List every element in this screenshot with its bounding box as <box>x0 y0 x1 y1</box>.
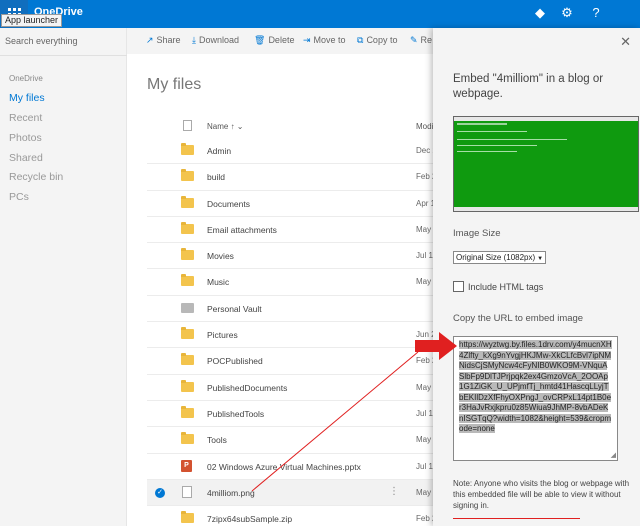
checkmark-icon[interactable]: ✓ <box>155 487 165 498</box>
move-to-button[interactable]: ⇥ Move to <box>303 35 346 46</box>
include-html-label: Include HTML tags <box>468 282 544 292</box>
folder-icon <box>181 169 194 182</box>
app-launcher-tooltip: App launcher <box>1 14 63 27</box>
copy-to-button[interactable]: ⧉ Copy to <box>357 35 397 46</box>
trash-icon: 🗑 <box>254 35 266 45</box>
file-list: Admin Dec 2 build Feb 2 Documents Apr 1 Ema… <box>147 138 437 526</box>
download-icon: ⤓ <box>192 35 196 45</box>
file-row-movies[interactable]: Movies Jul 15 <box>147 243 437 270</box>
column-header-row: Name ↑ ⌄ Modi <box>147 118 433 138</box>
vault-icon <box>181 302 194 313</box>
chevron-down-icon: ▼ <box>537 256 544 262</box>
move-icon: ⇥ <box>303 35 311 45</box>
annotation-underline <box>453 518 580 519</box>
image-size-label: Image Size <box>453 228 501 239</box>
nav-section-heading: OneDrive <box>9 74 43 83</box>
folder-icon <box>181 327 194 340</box>
file-row-admin[interactable]: Admin Dec 2 <box>147 138 437 165</box>
image-preview <box>453 116 639 212</box>
folder-icon <box>181 353 194 366</box>
nav-item-recycle-bin[interactable]: Recycle bin <box>9 171 63 183</box>
image-file-icon <box>182 485 192 498</box>
more-options-icon[interactable]: ⋮ <box>389 486 399 497</box>
nav-item-photos[interactable]: Photos <box>9 132 42 144</box>
folder-icon <box>181 379 194 392</box>
file-row-pictures[interactable]: Pictures Jun 2 <box>147 322 436 349</box>
pencil-icon: ✎ <box>410 35 418 45</box>
nav-item-pcs[interactable]: PCs <box>9 191 29 203</box>
file-row-tools[interactable]: Tools May <box>147 427 433 454</box>
column-header-modified[interactable]: Modi <box>416 122 433 131</box>
column-header-name[interactable]: Name ↑ ⌄ <box>207 122 244 131</box>
embed-panel: ✕ Embed "4milliom" in a blog or webpage.… <box>433 28 640 526</box>
red-arrow-icon <box>415 332 457 360</box>
share-icon: ↗ <box>146 35 154 45</box>
file-row-4milliom-png[interactable]: ✓ 4milliom.png ⋮ May <box>147 479 433 507</box>
file-row-email-attachments[interactable]: Email attachments May <box>147 217 433 244</box>
folder-icon <box>181 432 194 445</box>
search-input[interactable]: Search everything <box>5 36 78 46</box>
file-row-azure-pptx[interactable]: P 02 Windows Azure Virtual Machines.pptx J… <box>147 454 437 480</box>
download-button[interactable]: ⤓ Download <box>192 35 239 46</box>
nav-item-recent[interactable]: Recent <box>9 112 42 124</box>
rename-button[interactable]: ✎ Re <box>410 35 432 46</box>
file-row-publishedtools[interactable]: PublishedTools Jul 19 <box>147 401 437 428</box>
page-title: My files <box>147 76 202 93</box>
folder-icon <box>181 274 194 287</box>
folder-icon <box>181 511 194 524</box>
file-row-pocpublished[interactable]: POCPublished Feb 2 <box>147 348 436 375</box>
image-size-select[interactable]: Original Size (1082px) ▼ <box>453 251 547 264</box>
help-icon[interactable]: ? <box>588 5 604 21</box>
powerpoint-icon: P <box>181 459 192 472</box>
close-icon[interactable]: ✕ <box>620 34 631 50</box>
search-box[interactable]: Search everything <box>0 28 127 56</box>
folder-icon <box>181 195 194 208</box>
top-bar: OneDrive ◆ ⚙ ? <box>0 0 640 28</box>
embed-url-textarea[interactable]: https://wyztwg.by.files.1drv.com/y4mucnX… <box>453 336 618 461</box>
nav-item-my-files[interactable]: My files <box>9 92 45 104</box>
share-button[interactable]: ↗ Share <box>146 35 181 46</box>
diamond-icon[interactable]: ◆ <box>532 5 548 21</box>
file-row-music[interactable]: Music May <box>147 269 433 296</box>
left-navigation: Search everything OneDrive My files Rece… <box>0 28 127 526</box>
file-type-icon[interactable] <box>183 120 192 131</box>
file-row-7zip[interactable]: 7zipx64subSample.zip Feb 2 <box>147 506 436 526</box>
panel-title: Embed "4milliom" in a blog or webpage. <box>453 73 604 100</box>
folder-icon <box>181 405 194 418</box>
delete-button[interactable]: 🗑 Delete <box>254 35 294 46</box>
include-html-checkbox[interactable] <box>453 281 464 292</box>
resize-grip-icon[interactable]: ◢ <box>611 451 616 459</box>
embed-note: Note: Anyone who visits the blog or webp… <box>453 479 630 510</box>
copy-icon: ⧉ <box>357 35 364 45</box>
gear-icon[interactable]: ⚙ <box>559 5 575 21</box>
file-row-build[interactable]: build Feb 2 <box>147 164 436 191</box>
file-row-publisheddocuments[interactable]: PublishedDocuments May <box>147 375 433 401</box>
command-bar: ↗ Share ⤓ Download 🗑 Delete ⇥ Move to ⧉ Copy … <box>127 28 433 54</box>
nav-item-shared[interactable]: Shared <box>9 152 43 164</box>
embed-url-text: https://wyztwg.by.files.1drv.com/y4mucnX… <box>459 340 612 433</box>
folder-icon <box>181 143 194 155</box>
file-row-documents[interactable]: Documents Apr 1 <box>147 191 435 217</box>
url-label: Copy the URL to embed image <box>453 313 584 324</box>
folder-icon <box>181 248 194 261</box>
file-row-personal-vault[interactable]: Personal Vault <box>147 296 433 323</box>
folder-icon <box>181 221 194 234</box>
